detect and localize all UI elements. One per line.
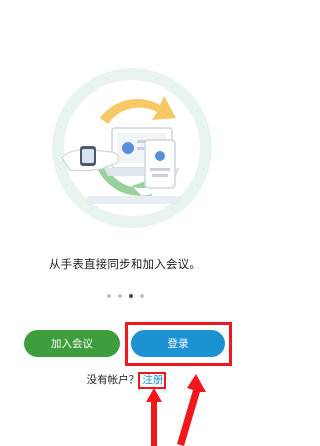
join-meeting-button[interactable]: 加入会议 <box>24 330 120 357</box>
page-dot-4[interactable] <box>139 294 144 298</box>
page-dot-3-active[interactable] <box>128 294 133 298</box>
annotation-arrows <box>146 374 206 446</box>
onboarding-illustration <box>52 68 212 228</box>
arrow-up-icon <box>146 388 162 446</box>
login-highlight-annotation <box>125 322 232 366</box>
arrow-up-icon <box>177 374 206 446</box>
phone-icon <box>144 139 176 189</box>
page-dot-1[interactable] <box>106 294 111 298</box>
onboarding-caption: 从手表直接同步和加入会议。 <box>48 257 202 271</box>
illustration-base <box>86 196 182 204</box>
page-dot-2[interactable] <box>117 294 122 298</box>
page-indicator <box>0 294 250 298</box>
